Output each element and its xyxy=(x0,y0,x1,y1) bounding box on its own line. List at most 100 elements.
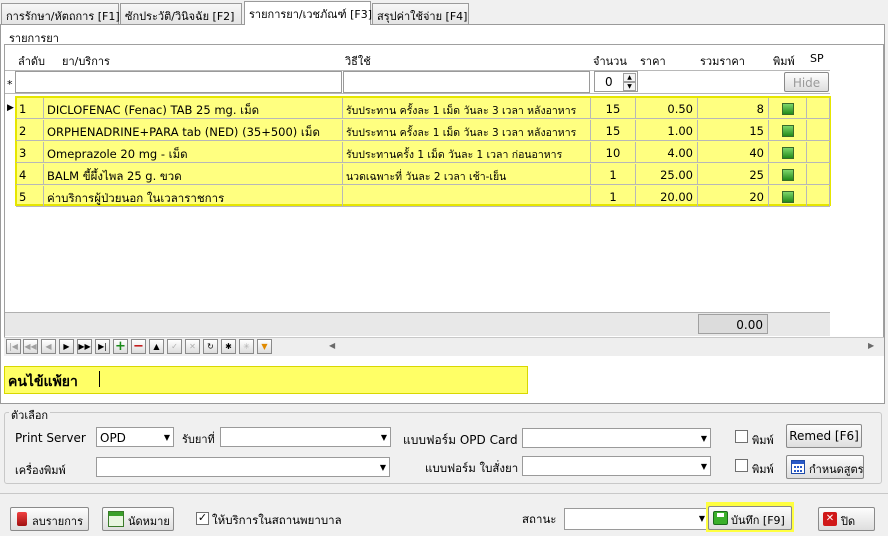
close-button[interactable]: ✕ ปิด xyxy=(818,507,875,531)
current-row-indicator-icon: ▶ xyxy=(7,103,14,113)
print-checkbox[interactable] xyxy=(782,125,794,137)
item-name: DICLOFENAC (Fenac) TAB 25 mg. เม็ด xyxy=(44,98,343,119)
print-rx-checkbox[interactable] xyxy=(735,459,748,472)
print-checkbox[interactable] xyxy=(782,147,794,159)
last-page-icon[interactable]: ▶| xyxy=(95,339,110,354)
remed-button[interactable]: Remed [F6] xyxy=(786,424,862,448)
print-opd-card-checkbox[interactable] xyxy=(735,430,748,443)
price-value: 20.00 xyxy=(636,186,698,207)
formula-label: กำหนดสูตร xyxy=(809,463,864,476)
cancel-record-icon[interactable]: ✕ xyxy=(185,339,200,354)
status-select[interactable]: ▼ xyxy=(564,508,709,530)
tab-expense-summary[interactable]: สรุปค่าใช้จ่าย [F4] xyxy=(372,3,469,24)
next-page-icon[interactable]: ▶▶ xyxy=(77,339,92,354)
prev-page-icon[interactable]: ◀◀ xyxy=(23,339,38,354)
total-value: 8 xyxy=(698,98,769,119)
tab-history-diagnosis[interactable]: ซักประวัติ/วินิจฉัย [F2] xyxy=(120,3,242,24)
col-item: ยา/บริการ xyxy=(62,55,110,68)
usage-text: นวดเฉพาะที่ วันละ 2 เวลา เช้า-เย็น xyxy=(343,164,591,185)
spin-down-icon[interactable]: ▼ xyxy=(623,82,636,91)
print-server-label: Print Server xyxy=(15,431,86,445)
allergy-input[interactable] xyxy=(96,368,528,392)
spin-up-icon[interactable]: ▲ xyxy=(623,73,636,82)
print-checkbox[interactable] xyxy=(782,169,794,181)
tab-label: สรุปค่าใช้จ่าย [F4] xyxy=(377,10,468,23)
appointment-label: นัดหมาย xyxy=(128,515,170,528)
refresh-icon[interactable]: ↻ xyxy=(203,339,218,354)
sp-cell xyxy=(807,120,830,141)
receive-at-select[interactable]: ▼ xyxy=(220,427,391,447)
edit-record-icon[interactable]: ▲ xyxy=(149,339,164,354)
receive-at-label: รับยาที่ xyxy=(182,433,215,446)
in-hospital-checkbox[interactable]: ✓ xyxy=(196,512,209,525)
save-icon xyxy=(713,511,728,525)
chevron-down-icon: ▼ xyxy=(163,433,170,442)
printer-select[interactable]: ▼ xyxy=(96,457,390,477)
qty-spinner[interactable]: 0 ▲ ▼ xyxy=(594,71,638,92)
appointment-button[interactable]: นัดหมาย xyxy=(102,507,174,531)
close-icon: ✕ xyxy=(823,512,837,526)
hide-button[interactable]: Hide xyxy=(784,72,829,92)
printer-label: เครื่องพิมพ์ xyxy=(15,464,66,477)
total-value: 40 xyxy=(698,142,769,163)
print-server-value: OPD xyxy=(100,431,126,445)
print-server-select[interactable]: OPD ▼ xyxy=(96,427,174,447)
sp-cell xyxy=(807,186,830,207)
print-label: พิมพ์ xyxy=(752,434,774,447)
divider xyxy=(0,493,888,494)
print-checkbox[interactable] xyxy=(782,191,794,203)
qty-value: 1 xyxy=(591,164,636,185)
price-value: 0.50 xyxy=(636,98,698,119)
item-name: Omeprazole 20 mg - เม็ด xyxy=(44,142,343,163)
col-usage: วิธีใช้ xyxy=(345,55,371,68)
prev-record-icon[interactable]: ◀ xyxy=(41,339,56,354)
col-sp: SP xyxy=(810,52,824,65)
chevron-down-icon: ▼ xyxy=(698,514,705,523)
calendar-icon xyxy=(791,460,805,474)
total-value: 20 xyxy=(698,186,769,207)
options-title: ตัวเลือก xyxy=(9,406,51,424)
close-label: ปิด xyxy=(841,515,856,528)
col-print: พิมพ์ xyxy=(773,55,795,68)
total-value: 25 xyxy=(698,164,769,185)
post-record-icon[interactable]: ✓ xyxy=(167,339,182,354)
tab-label: รายการยา/เวชภัณฑ์ [F3] xyxy=(249,8,372,21)
opd-card-form-select[interactable]: ▼ xyxy=(522,428,711,448)
new-usage-input[interactable] xyxy=(343,71,590,93)
delete-record-icon[interactable]: − xyxy=(131,339,146,354)
delete-label: ลบรายการ xyxy=(32,515,83,528)
footer-total: 0.00 xyxy=(698,314,768,334)
next-record-icon[interactable]: ▶ xyxy=(59,339,74,354)
item-name: ORPHENADRINE+PARA tab (NED) (35+500) เม็… xyxy=(44,120,343,141)
row-number: 2 xyxy=(16,120,44,141)
chevron-down-icon: ▼ xyxy=(379,463,386,472)
scroll-right-icon[interactable]: ▶ xyxy=(868,341,874,350)
print-checkbox[interactable] xyxy=(782,103,794,115)
qty-value: 15 xyxy=(591,98,636,119)
delete-items-button[interactable]: ลบรายการ xyxy=(10,507,89,531)
text-cursor xyxy=(99,371,100,387)
first-page-icon[interactable]: |◀ xyxy=(6,339,21,354)
tab-label: ซักประวัติ/วินิจฉัย [F2] xyxy=(125,10,235,23)
save-button[interactable]: บันทึก [F9] xyxy=(708,506,792,530)
filter-icon[interactable]: ▼ xyxy=(257,339,272,354)
sp-cell xyxy=(807,98,830,119)
opd-card-form-label: แบบฟอร์ม OPD Card xyxy=(403,433,518,447)
formula-button[interactable]: กำหนดสูตร xyxy=(786,455,864,479)
bookmark-icon[interactable]: ✱ xyxy=(221,339,236,354)
tab-medication[interactable]: รายการยา/เวชภัณฑ์ [F3] xyxy=(244,1,372,25)
new-item-input[interactable] xyxy=(15,71,342,93)
row-number: 4 xyxy=(16,164,44,185)
chevron-down-icon: ▼ xyxy=(700,462,707,471)
rx-form-select[interactable]: ▼ xyxy=(522,456,711,476)
tab-treatment[interactable]: การรักษา/หัตถการ [F1] xyxy=(1,3,120,24)
goto-bookmark-icon[interactable]: ✳ xyxy=(239,339,254,354)
allergy-label: คนไข้แพ้ยา xyxy=(8,374,78,390)
item-name: BALM ขี้ผึ้งไพล 25 g. ขวด xyxy=(44,164,343,185)
in-hospital-label: ให้บริการในสถานพยาบาล xyxy=(212,513,342,527)
scroll-left-icon[interactable]: ◀ xyxy=(329,341,335,350)
sp-cell xyxy=(807,164,830,185)
add-record-icon[interactable]: + xyxy=(113,339,128,354)
qty-value: 0 xyxy=(605,75,613,89)
print-label: พิมพ์ xyxy=(752,463,774,476)
